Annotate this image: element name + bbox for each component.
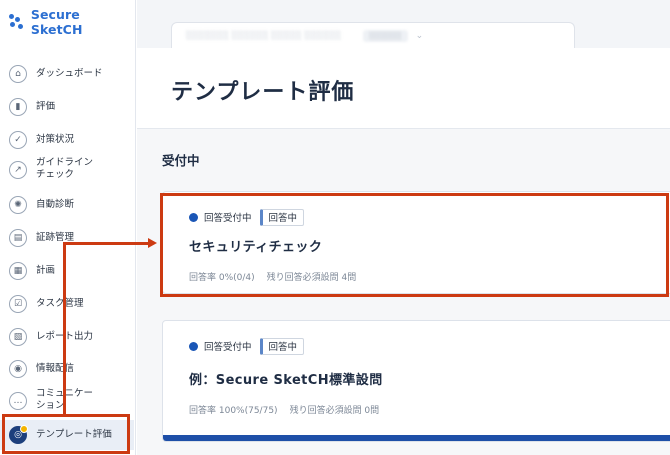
logo-text: Secure SketCH: [30, 7, 83, 37]
status-row: 回答受付中 回答中: [189, 337, 305, 355]
sidebar-item[interactable]: ▤ 証跡管理: [0, 223, 134, 253]
evaluation-icon: ▮: [9, 98, 27, 116]
sidebar-item-label: 対策状況: [36, 134, 75, 145]
progress-bar: [163, 435, 670, 441]
highlight-box-card: [160, 193, 669, 297]
sidebar-item-label: 計画: [36, 265, 56, 276]
arrow-head-icon: [148, 238, 157, 248]
sidebar-item-label: ダッシュボード: [36, 68, 103, 79]
broadcast-icon: ◉: [9, 360, 27, 378]
highlight-box-nav: [2, 414, 130, 454]
sidebar-item[interactable]: ◉ 情報配信: [0, 354, 134, 384]
sidebar-item-label: 情報配信: [36, 363, 75, 374]
connector-line: [63, 242, 66, 415]
card-meta: 回答率 100%(75/75) 残り回答必須設問 0問: [189, 403, 379, 416]
tab-chevron-icon[interactable]: ⌄: [416, 31, 424, 41]
evidence-icon: ▤: [9, 229, 27, 247]
guideline-icon: ↗: [9, 161, 27, 179]
auto-diagnosis-icon: ✺: [9, 196, 27, 214]
chat-icon: …: [9, 392, 27, 410]
sidebar-item[interactable]: ✓ 対策状況: [0, 125, 134, 155]
template-card[interactable]: 回答受付中 回答中 例：Secure SketCH標準設問 回答率 100%(7…: [162, 320, 670, 442]
sidebar-item-label: ガイドライン チェック: [36, 157, 94, 180]
remaining-questions: 残り回答必須設問 0問: [289, 406, 380, 416]
tab-pill-obscured: ░░░░░░: [363, 29, 408, 42]
card-title[interactable]: 例：Secure SketCH標準設問: [189, 369, 383, 388]
logo-icon: [9, 14, 25, 30]
sidebar-item[interactable]: ↗ ガイドライン チェック: [0, 155, 134, 185]
status-text: 回答受付中: [204, 342, 252, 353]
task-icon: ☑: [9, 295, 27, 313]
sidebar-item-label: 自動診断: [36, 199, 75, 210]
calendar-icon: ▦: [9, 262, 27, 280]
sidebar: Secure SketCH ⌂ ダッシュボード ▮ 評価 ✓ 対策状況 ↗ ガイドライン チェ…: [0, 0, 136, 455]
page-title: テンプレート評価: [171, 80, 355, 105]
sidebar-item[interactable]: ▧レポート出力: [0, 322, 134, 352]
check-icon: ✓: [9, 131, 27, 149]
status-badge: 回答中: [259, 337, 305, 355]
sidebar-item[interactable]: ✺ 自動診断: [0, 190, 134, 220]
sidebar-item[interactable]: ▦ 計画: [0, 256, 134, 286]
sidebar-item-label: タスク管理: [36, 298, 84, 309]
connector-line: [63, 242, 150, 245]
tab-label-obscured: ░░░░░░░ ░░░░░░ ░░░░░ ░░░░░░: [186, 31, 342, 40]
sidebar-item[interactable]: ☑ タスク管理: [0, 289, 134, 319]
section-title: 受付中: [162, 153, 200, 168]
sidebar-item[interactable]: ⌂ ダッシュボード: [0, 59, 134, 89]
dashboard-icon: ⌂: [9, 65, 27, 83]
answer-rate: 回答率 100%(75/75): [189, 406, 278, 416]
report-icon: ▧: [9, 328, 27, 346]
app-logo[interactable]: Secure SketCH: [9, 7, 135, 37]
sidebar-item-label: 評価: [36, 101, 56, 112]
status-dot-icon: [189, 341, 198, 351]
sidebar-item[interactable]: …コミュニケー ション: [0, 386, 134, 416]
workspace-tab[interactable]: ░░░░░░░ ░░░░░░ ░░░░░ ░░░░░░ ░░░░░░ ⌄: [171, 22, 575, 48]
tab-strip: ░░░░░░░ ░░░░░░ ░░░░░ ░░░░░░ ░░░░░░ ⌄: [137, 0, 670, 48]
sidebar-item[interactable]: ▮ 評価: [0, 92, 134, 122]
